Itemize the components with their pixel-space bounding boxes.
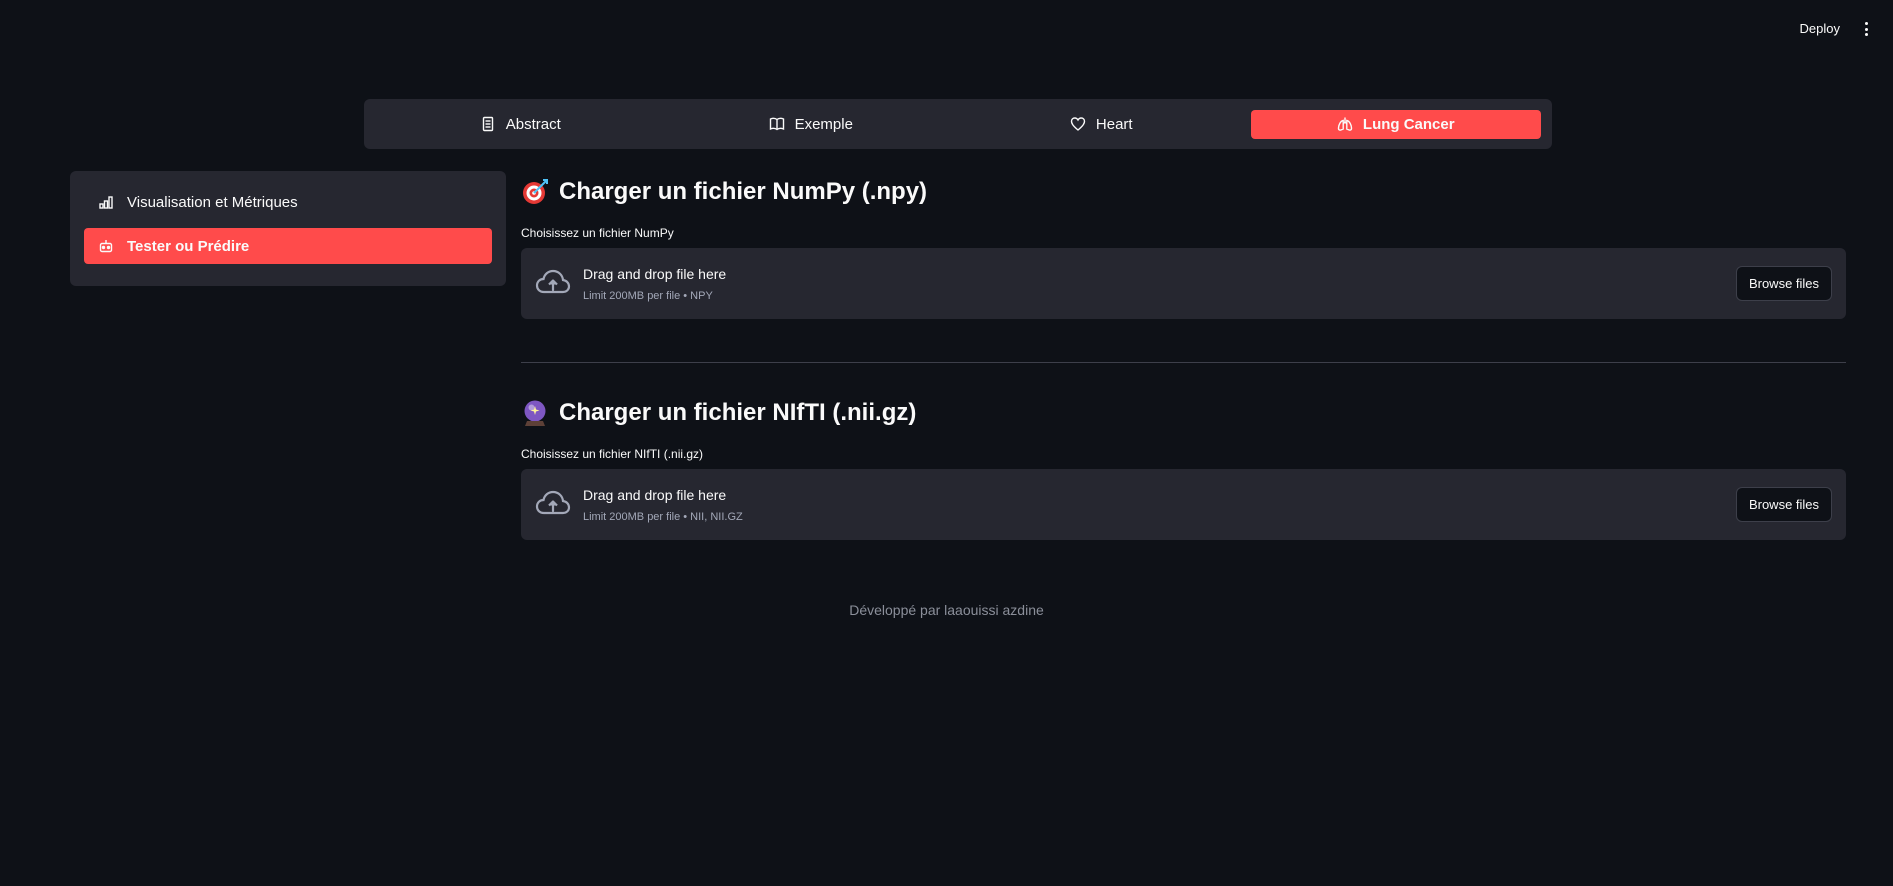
dropzone-limit: Limit 200MB per file • NPY <box>583 290 713 302</box>
bar-chart-icon <box>99 196 113 209</box>
crystal-ball-icon <box>524 400 546 426</box>
nav-tab-label: Abstract <box>505 115 561 133</box>
book-icon <box>769 117 784 131</box>
file-dropzone-nifti[interactable]: Drag and drop file here Limit 200MB per … <box>521 469 1846 540</box>
section-title-nifti: Charger un fichier NIfTI (.nii.gz) <box>521 399 916 427</box>
section-title-text: Charger un fichier NumPy (.npy) <box>559 178 928 205</box>
cloud-upload-icon <box>535 490 571 515</box>
top-header: Deploy <box>0 0 1893 60</box>
sidebar: Visualisation et Métriques Tester ou Pré… <box>70 171 506 286</box>
nav-tab-label: Lung Cancer <box>1362 115 1455 133</box>
nav-tab-heart[interactable]: Heart <box>956 110 1247 139</box>
nav-tab-exemple[interactable]: Exemple <box>666 110 957 139</box>
footer-credit: Développé par laaouissi azdine <box>849 602 1044 618</box>
dropzone-instructions: Drag and drop file here <box>583 487 727 503</box>
sidebar-item-tester[interactable]: Tester ou Prédire <box>84 228 492 264</box>
top-nav: Abstract Exemple Heart Lung Cancer <box>364 99 1552 149</box>
sidebar-item-label: Tester ou Prédire <box>127 237 250 255</box>
robot-icon <box>99 240 113 253</box>
dropzone-limit: Limit 200MB per file • NII, NII.GZ <box>583 511 743 523</box>
sidebar-item-visualisation[interactable]: Visualisation et Métriques <box>84 184 492 220</box>
browse-files-button[interactable]: Browse files <box>1736 487 1832 522</box>
document-icon <box>482 116 493 132</box>
kebab-menu-icon[interactable] <box>1859 19 1873 39</box>
cloud-upload-icon <box>535 269 571 294</box>
section-title-text: Charger un fichier NIfTI (.nii.gz) <box>559 399 917 426</box>
nav-tab-lung-cancer[interactable]: Lung Cancer <box>1250 109 1541 139</box>
file-dropzone-npy[interactable]: Drag and drop file here Limit 200MB per … <box>521 248 1846 319</box>
lungs-icon <box>1337 117 1353 131</box>
heart-icon <box>1070 117 1086 131</box>
nav-tab-label: Heart <box>1095 115 1133 133</box>
nav-tab-abstract[interactable]: Abstract <box>375 110 666 139</box>
file-field-label: Choisissez un fichier NIfTI (.nii.gz) <box>521 447 704 461</box>
section-title-numpy: Charger un fichier NumPy (.npy) <box>521 178 927 206</box>
file-field-label: Choisissez un fichier NumPy <box>521 226 674 240</box>
target-icon <box>523 179 548 204</box>
dropzone-instructions: Drag and drop file here <box>583 266 727 282</box>
browse-files-button[interactable]: Browse files <box>1736 266 1832 301</box>
divider <box>521 362 1846 363</box>
sidebar-item-label: Visualisation et Métriques <box>127 193 298 211</box>
nav-tab-label: Exemple <box>794 115 853 133</box>
deploy-button[interactable]: Deploy <box>1800 21 1840 36</box>
